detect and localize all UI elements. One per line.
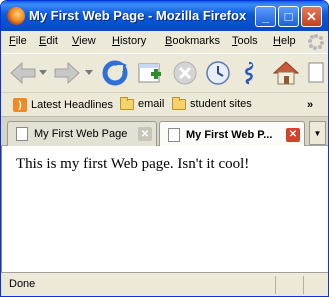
tab-label: My First Web P...	[186, 128, 273, 141]
addon-seahorse-icon[interactable]	[241, 61, 257, 85]
page-content: This is my first Web page. Isn't it cool…	[1, 146, 328, 272]
status-text: Done	[9, 278, 36, 290]
status-bar: Done	[1, 272, 328, 296]
bookmark-student-sites[interactable]: student sites	[172, 96, 252, 110]
forward-icon[interactable]	[53, 60, 81, 86]
back-dropdown-icon[interactable]	[39, 70, 47, 76]
close-window-button[interactable]: ✕	[301, 6, 322, 27]
bookmark-email[interactable]: email	[120, 96, 164, 110]
menu-help[interactable]: Help	[273, 35, 296, 47]
reload-icon[interactable]	[101, 59, 129, 87]
home-icon[interactable]	[271, 58, 301, 88]
title-bar[interactable]: My First Web Page - Mozilla Firefox _ □ …	[1, 1, 328, 31]
maximize-button[interactable]: □	[278, 6, 299, 27]
throbber-icon	[308, 34, 324, 50]
page-icon[interactable]	[307, 62, 325, 84]
forward-dropdown-icon[interactable]	[85, 70, 93, 76]
minimize-button[interactable]: _	[255, 6, 276, 27]
tab-label: My First Web Page	[34, 128, 128, 140]
page-icon	[16, 127, 28, 141]
bookmarks-toolbar: ) Latest Headlines email student sites »	[1, 92, 328, 116]
folder-icon	[172, 96, 186, 110]
tab-list-dropdown[interactable]: ▼	[309, 121, 326, 145]
menu-view[interactable]: View	[72, 35, 96, 47]
rss-icon: )	[13, 98, 27, 112]
history-clock-icon[interactable]	[204, 59, 232, 87]
menu-file[interactable]: File	[9, 35, 27, 47]
menu-history[interactable]: History	[112, 35, 146, 47]
bookmark-latest-headlines[interactable]: ) Latest Headlines	[13, 98, 113, 112]
new-tab-icon[interactable]	[136, 59, 164, 87]
page-icon	[168, 127, 180, 142]
tab-my-first-web-page-active[interactable]: My First Web P... ✕	[159, 121, 305, 147]
tab-my-first-web-page[interactable]: My First Web Page ✕	[7, 121, 157, 146]
folder-icon	[120, 96, 134, 110]
bookmarks-overflow-chevron[interactable]: »	[307, 99, 313, 111]
menu-bar: File Edit View History Bookmarks Tools H…	[1, 31, 328, 53]
back-icon[interactable]	[9, 60, 37, 86]
window-title: My First Web Page - Mozilla Firefox	[29, 8, 247, 23]
tab-strip: My First Web Page ✕ My First Web P... ✕ …	[1, 116, 328, 147]
browser-window: My First Web Page - Mozilla Firefox _ □ …	[0, 0, 329, 297]
page-body-text: This is my first Web page. Isn't it cool…	[16, 156, 250, 172]
tab-close-button[interactable]: ✕	[286, 127, 300, 142]
navigation-toolbar	[1, 53, 328, 91]
status-pane-divider	[303, 276, 304, 294]
tab-close-button[interactable]: ✕	[138, 127, 152, 141]
firefox-logo-icon	[7, 7, 25, 25]
stop-icon[interactable]	[171, 59, 199, 87]
menu-bookmarks[interactable]: Bookmarks	[165, 35, 220, 47]
status-pane-divider	[275, 276, 276, 294]
menu-edit[interactable]: Edit	[39, 35, 58, 47]
menu-tools[interactable]: Tools	[232, 35, 258, 47]
